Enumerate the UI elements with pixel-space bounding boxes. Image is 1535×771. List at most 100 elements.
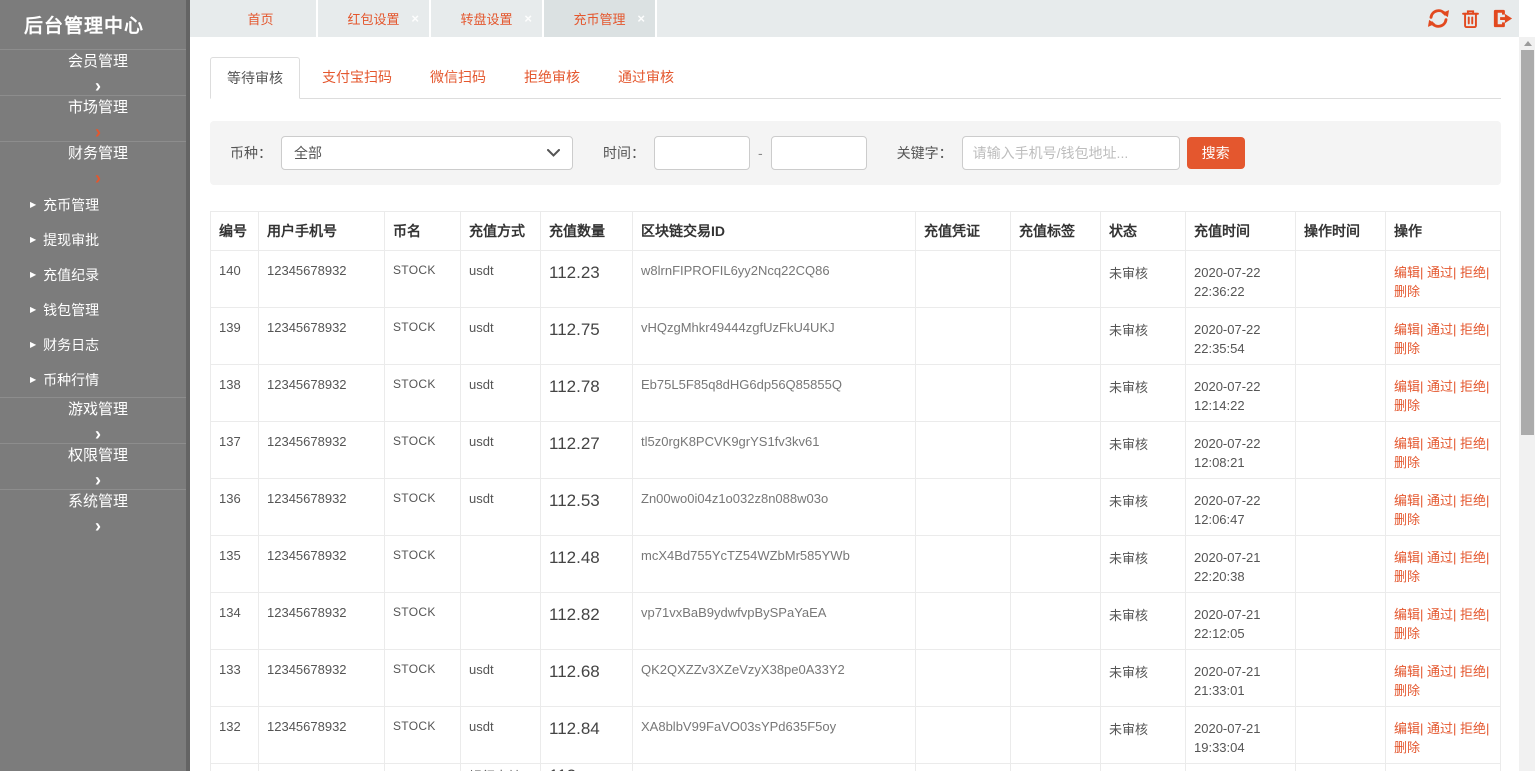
action-approve-link[interactable]: 通过 <box>1427 550 1453 565</box>
sidebar-item-coin-recharge[interactable]: ▶充币管理 <box>0 187 186 222</box>
time-from-input[interactable] <box>654 136 750 170</box>
action-delete-link[interactable]: 删除 <box>1394 455 1420 470</box>
cell-tag <box>1011 365 1101 422</box>
action-approve-link[interactable]: 通过 <box>1427 664 1453 679</box>
trash-icon[interactable] <box>1458 7 1482 31</box>
action-reject-link[interactable]: 拒绝 <box>1460 664 1486 679</box>
cell-op-time <box>1296 707 1386 764</box>
sidebar-item-market-management[interactable]: 市场管理› <box>0 95 186 141</box>
action-delete-link[interactable]: 删除 <box>1394 683 1420 698</box>
column-header: 操作 <box>1386 212 1501 251</box>
refresh-icon[interactable] <box>1426 7 1450 31</box>
cell-phone: 12345678932 <box>259 251 385 308</box>
close-tab-icon[interactable]: × <box>524 11 532 26</box>
action-edit-link[interactable]: 编辑 <box>1394 721 1420 736</box>
tab-home[interactable]: 首页 <box>205 0 318 37</box>
action-edit-link[interactable]: 编辑 <box>1394 550 1420 565</box>
cell-actions: 编辑| 通过| 拒绝| 删除 <box>1386 251 1501 308</box>
cell-coin: STOCK <box>385 365 461 422</box>
action-approve-link[interactable]: 通过 <box>1427 436 1453 451</box>
cell-actions: 编辑| 通过| 拒绝| 删除 <box>1386 308 1501 365</box>
time-to-input[interactable] <box>771 136 867 170</box>
action-delete-link[interactable]: 删除 <box>1394 512 1420 527</box>
cell-actions: 编辑| 通过| 拒绝| 删除 <box>1386 479 1501 536</box>
action-approve-link[interactable]: 通过 <box>1427 493 1453 508</box>
range-separator: - <box>758 145 763 161</box>
sidebar-item-system-management[interactable]: 系统管理› <box>0 489 186 535</box>
cell-recharge-time <box>1186 764 1296 771</box>
sidebar-item-member-management[interactable]: 会员管理› <box>0 49 186 95</box>
action-edit-link[interactable]: 编辑 <box>1394 265 1420 280</box>
sidebar-item-coin-market[interactable]: ▶币种行情 <box>0 362 186 397</box>
action-edit-link[interactable]: 编辑 <box>1394 436 1420 451</box>
cell-method: usdt <box>461 479 541 536</box>
tab-red-packet-settings[interactable]: 红包设置 × <box>318 0 431 37</box>
action-reject-link[interactable]: 拒绝 <box>1460 322 1486 337</box>
action-delete-link[interactable]: 删除 <box>1394 398 1420 413</box>
subtab-pending-review[interactable]: 等待审核 <box>210 57 300 99</box>
action-reject-link[interactable]: 拒绝 <box>1460 607 1486 622</box>
sidebar-item-game-management[interactable]: 游戏管理› <box>0 397 186 443</box>
logout-icon[interactable] <box>1490 7 1514 31</box>
scrollbar[interactable] <box>1519 37 1535 771</box>
action-reject-link[interactable]: 拒绝 <box>1460 550 1486 565</box>
action-reject-link[interactable]: 拒绝 <box>1460 721 1486 736</box>
action-reject-link[interactable]: 拒绝 <box>1460 379 1486 394</box>
close-tab-icon[interactable]: × <box>411 11 419 26</box>
currency-select[interactable]: 全部 <box>281 136 573 170</box>
cell-op-time <box>1296 251 1386 308</box>
action-edit-link[interactable]: 编辑 <box>1394 493 1420 508</box>
cell-phone: 12345678932 <box>259 365 385 422</box>
action-delete-link[interactable]: 删除 <box>1394 341 1420 356</box>
action-delete-link[interactable]: 删除 <box>1394 569 1420 584</box>
keyword-input[interactable] <box>962 136 1180 170</box>
cell-coin: STOCK <box>385 536 461 593</box>
table-row: 13412345678932STOCK112.82vp71vxBaB9ydwfv… <box>211 593 1501 650</box>
action-approve-link[interactable]: 通过 <box>1427 265 1453 280</box>
sidebar-item-finance-logs[interactable]: ▶财务日志 <box>0 327 186 362</box>
close-tab-icon[interactable]: × <box>637 11 645 26</box>
action-approve-link[interactable]: 通过 <box>1427 721 1453 736</box>
tab-label: 红包设置 <box>347 9 399 28</box>
cell-op-time <box>1296 764 1386 771</box>
sidebar-item-withdraw-approval[interactable]: ▶提现审批 <box>0 222 186 257</box>
tab-coin-recharge[interactable]: 充币管理× <box>544 0 657 37</box>
action-edit-link[interactable]: 编辑 <box>1394 607 1420 622</box>
cell-method: usdt <box>461 707 541 764</box>
column-header: 充值时间 <box>1186 212 1296 251</box>
tab-wheel-settings[interactable]: 转盘设置× <box>431 0 544 37</box>
subtab-approved-review[interactable]: 通过审核 <box>602 57 690 99</box>
action-reject-link[interactable]: 拒绝 <box>1460 265 1486 280</box>
chevron-right-icon: › <box>95 123 101 141</box>
action-delete-link[interactable]: 删除 <box>1394 626 1420 641</box>
scrollbar-up-icon[interactable] <box>1519 37 1535 50</box>
action-edit-link[interactable]: 编辑 <box>1394 664 1420 679</box>
action-approve-link[interactable]: 通过 <box>1427 379 1453 394</box>
cell-coin: STOCK <box>385 251 461 308</box>
search-button[interactable]: 搜索 <box>1187 137 1245 169</box>
action-approve-link[interactable]: 通过 <box>1427 322 1453 337</box>
scrollbar-thumb[interactable] <box>1521 50 1534 435</box>
cell-txid: vp71vxBaB9ydwfvpBySPaYaEA <box>633 593 916 650</box>
subtab-rejected-review[interactable]: 拒绝审核 <box>508 57 596 99</box>
cell-recharge-time: 2020-07-2212:14:22 <box>1186 365 1296 422</box>
action-approve-link[interactable]: 通过 <box>1427 607 1453 622</box>
cell-recharge-time: 2020-07-2119:33:04 <box>1186 707 1296 764</box>
action-reject-link[interactable]: 拒绝 <box>1460 436 1486 451</box>
action-reject-link[interactable]: 拒绝 <box>1460 493 1486 508</box>
sidebar-item-finance-management[interactable]: 财务管理› <box>0 141 186 187</box>
action-edit-link[interactable]: 编辑 <box>1394 322 1420 337</box>
topbar-icons <box>1426 0 1519 37</box>
sidebar-menu: 会员管理›市场管理›财务管理›▶充币管理▶提现审批▶充值纪录▶钱包管理▶财务日志… <box>0 49 186 535</box>
sidebar-item-permission-management[interactable]: 权限管理› <box>0 443 186 489</box>
sidebar-item-wallet-management[interactable]: ▶钱包管理 <box>0 292 186 327</box>
action-edit-link[interactable]: 编辑 <box>1394 379 1420 394</box>
cell-op-time <box>1296 536 1386 593</box>
action-delete-link[interactable]: 删除 <box>1394 284 1420 299</box>
action-delete-link[interactable]: 删除 <box>1394 740 1420 755</box>
subtab-wechat-qr[interactable]: 微信扫码 <box>414 57 502 99</box>
subtab-alipay-qr[interactable]: 支付宝扫码 <box>306 57 408 99</box>
triangle-right-icon: ▶ <box>30 340 36 349</box>
cell-coin <box>385 764 461 771</box>
sidebar-item-recharge-records[interactable]: ▶充值纪录 <box>0 257 186 292</box>
